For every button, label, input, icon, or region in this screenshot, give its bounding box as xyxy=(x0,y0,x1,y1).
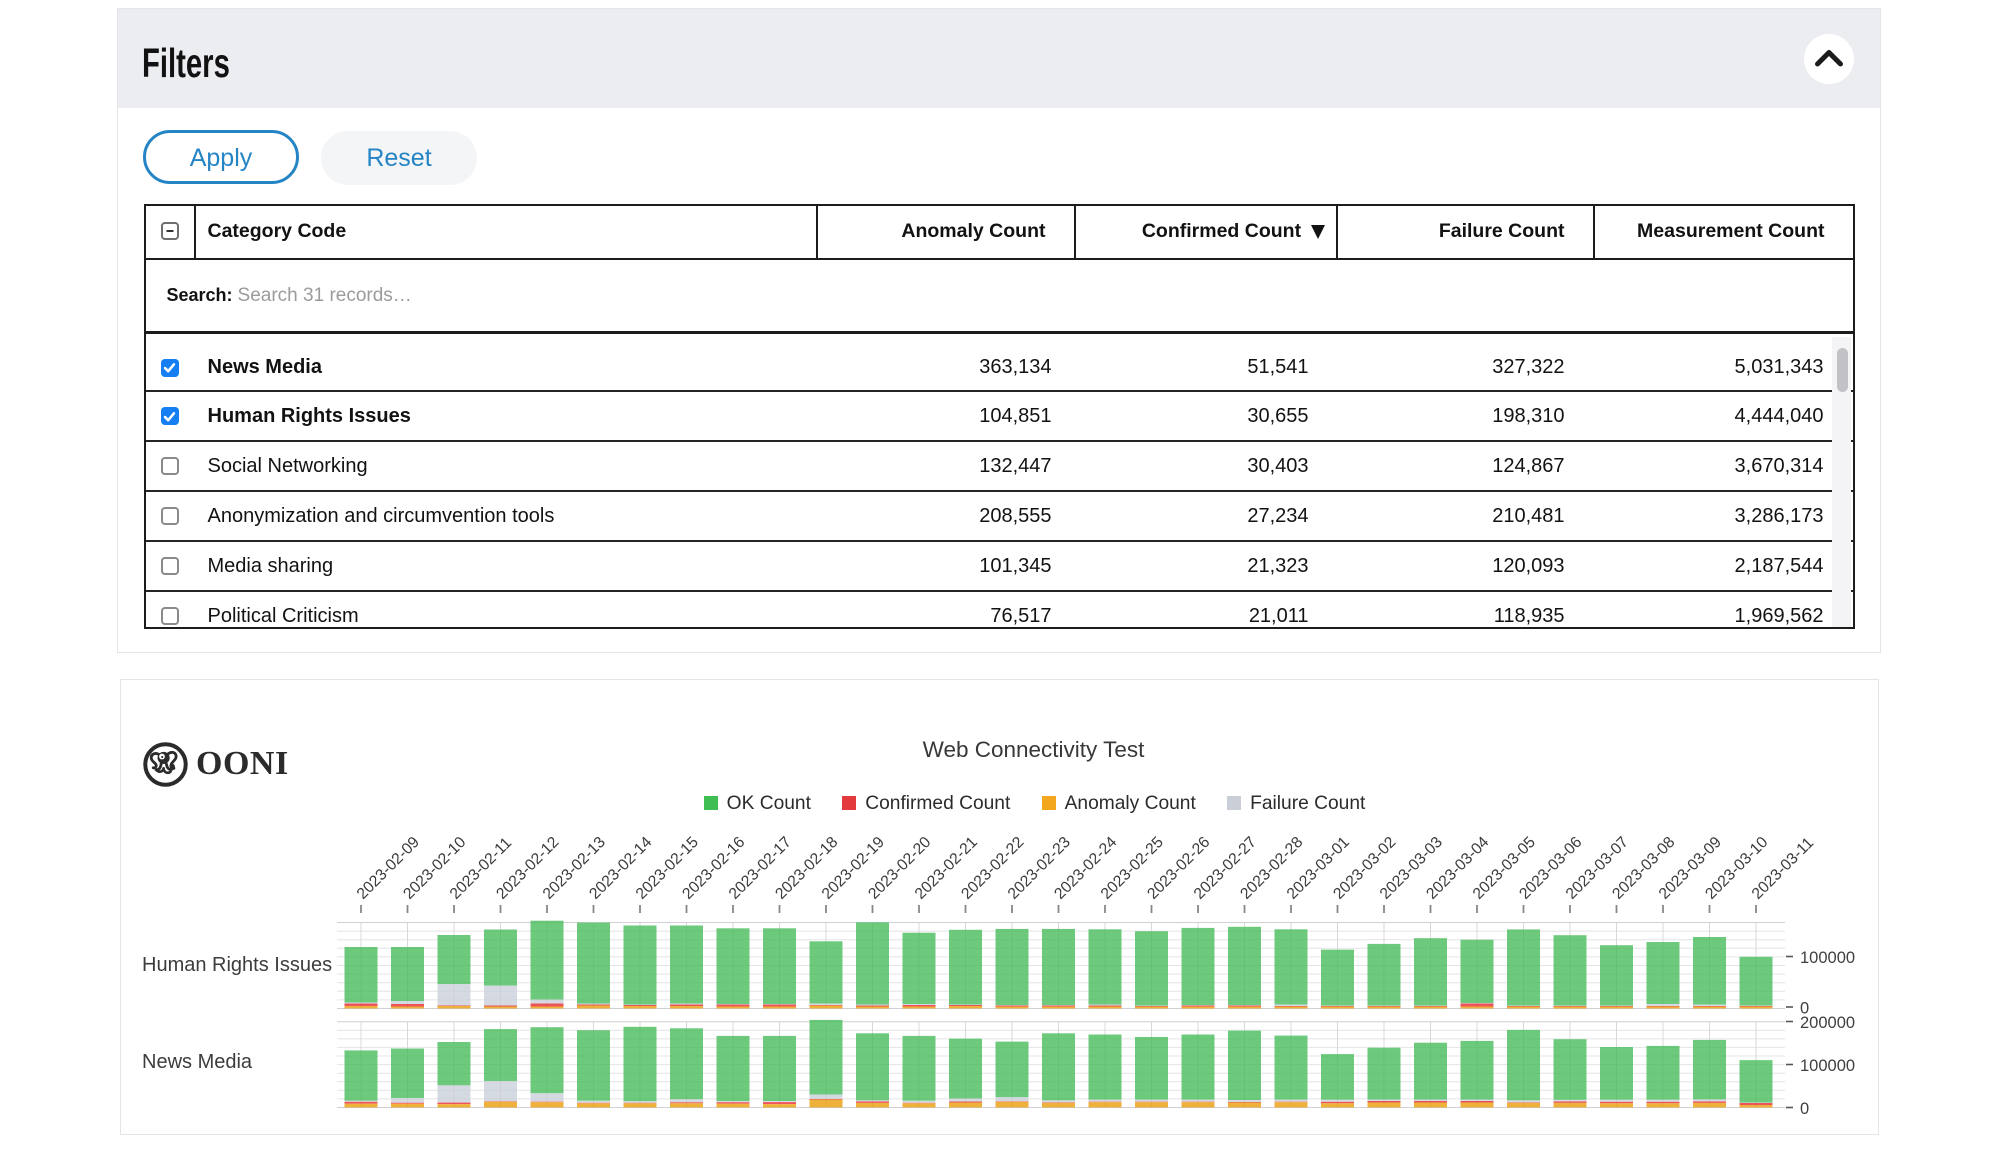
svg-text:0: 0 xyxy=(1800,1100,1809,1118)
svg-text:100000: 100000 xyxy=(1800,1057,1855,1075)
svg-text:100000: 100000 xyxy=(1800,949,1855,967)
svg-text:200000: 200000 xyxy=(1800,1014,1855,1032)
